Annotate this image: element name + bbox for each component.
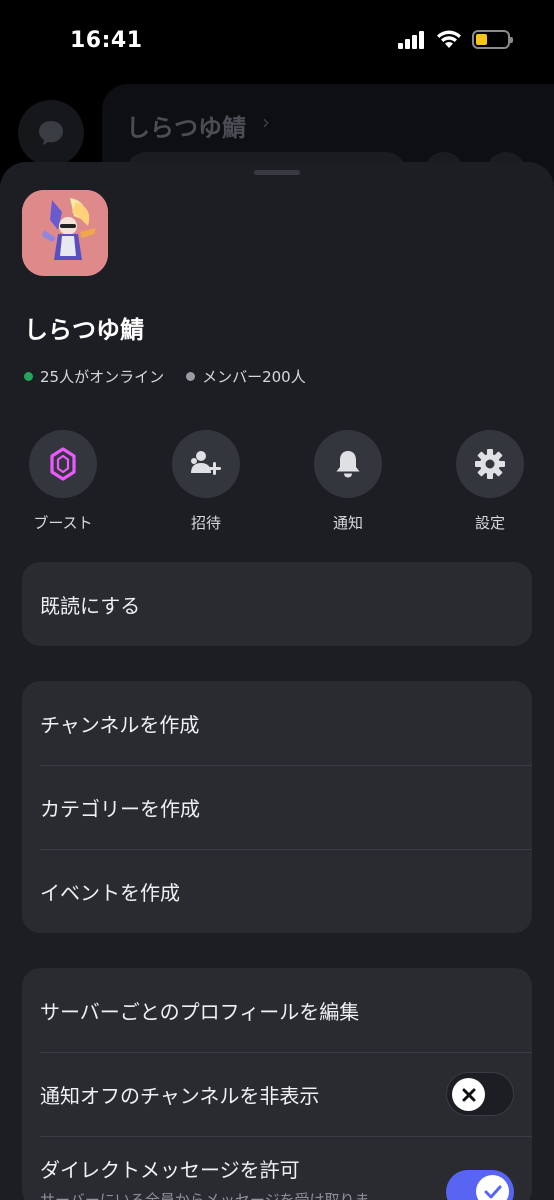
toggle-knob bbox=[452, 1078, 485, 1111]
member-dot bbox=[186, 372, 196, 381]
check-icon bbox=[484, 1185, 501, 1198]
allow-dm-row[interactable]: ダイレクトメッセージを許可 サーバーにいる全員からメッセージを受け取りま bbox=[22, 1136, 532, 1200]
cellular-signal-icon bbox=[398, 30, 424, 49]
boost-button[interactable]: ブースト bbox=[13, 430, 113, 533]
create-event-button[interactable]: イベントを作成 bbox=[22, 849, 532, 933]
mark-read-button[interactable]: 既読にする bbox=[22, 562, 532, 646]
status-time: 16:41 bbox=[70, 28, 143, 53]
chevron-right-icon: › bbox=[262, 110, 270, 134]
close-icon bbox=[462, 1088, 475, 1101]
allow-dm-description: サーバーにいる全員からメッセージを受け取りま bbox=[40, 1191, 370, 1200]
online-count: 25人がオンライン bbox=[40, 368, 165, 386]
allow-dm-label: ダイレクトメッセージを許可 bbox=[40, 1158, 300, 1182]
bell-icon bbox=[336, 451, 360, 478]
battery-icon bbox=[472, 30, 513, 49]
background-server-title: しらつゆ鯖 bbox=[126, 114, 246, 142]
notifications-circle[interactable] bbox=[314, 430, 382, 498]
server-name: しらつゆ鯖 bbox=[24, 316, 144, 344]
chat-bubble-icon bbox=[39, 121, 63, 145]
settings-label: 設定 bbox=[474, 514, 505, 532]
toggle-knob bbox=[476, 1175, 509, 1200]
mark-read-card: 既読にする bbox=[22, 562, 532, 646]
notifications-label: 通知 bbox=[332, 514, 363, 532]
status-icons bbox=[398, 30, 513, 49]
notifications-button[interactable]: 通知 bbox=[298, 430, 398, 533]
hide-muted-channels-label: 通知オフのチャンネルを非表示 bbox=[40, 1083, 320, 1108]
allow-dm-toggle[interactable] bbox=[446, 1170, 514, 1200]
status-bar: 16:41 bbox=[0, 0, 554, 84]
boost-circle[interactable] bbox=[29, 430, 97, 498]
wifi-icon bbox=[437, 30, 461, 48]
boost-gem-icon bbox=[50, 447, 76, 481]
server-menu-sheet: しらつゆ鯖 25人がオンライン メンバー200人 ブースト 招待 通知 設定 既… bbox=[0, 162, 554, 1200]
quick-actions: ブースト 招待 通知 設定 bbox=[0, 430, 554, 540]
settings-button[interactable]: 設定 bbox=[440, 430, 540, 533]
member-count: メンバー200人 bbox=[202, 368, 306, 386]
server-avatar-illustration bbox=[22, 190, 108, 276]
settings-circle[interactable] bbox=[456, 430, 524, 498]
gear-icon bbox=[475, 449, 505, 479]
direct-messages-button[interactable] bbox=[18, 100, 84, 166]
invite-circle[interactable] bbox=[172, 430, 240, 498]
create-card: チャンネルを作成 カテゴリーを作成 イベントを作成 bbox=[22, 681, 532, 933]
online-dot bbox=[24, 372, 33, 381]
edit-server-profile-button[interactable]: サーバーごとのプロフィールを編集 bbox=[22, 968, 532, 1052]
hide-muted-channels-toggle[interactable] bbox=[446, 1072, 514, 1116]
boost-label: ブースト bbox=[33, 514, 93, 532]
hide-muted-channels-row[interactable]: 通知オフのチャンネルを非表示 bbox=[22, 1052, 532, 1136]
invite-user-plus-icon bbox=[191, 451, 221, 475]
create-category-button[interactable]: カテゴリーを作成 bbox=[22, 765, 532, 849]
sheet-drag-handle[interactable] bbox=[254, 170, 300, 175]
server-options-card: サーバーごとのプロフィールを編集 通知オフのチャンネルを非表示 ダイレクトメッセ… bbox=[22, 968, 532, 1200]
server-stats: 25人がオンライン メンバー200人 bbox=[24, 366, 306, 387]
server-icon bbox=[22, 190, 108, 276]
invite-label: 招待 bbox=[190, 514, 221, 532]
invite-button[interactable]: 招待 bbox=[156, 430, 256, 533]
create-channel-button[interactable]: チャンネルを作成 bbox=[22, 681, 532, 765]
